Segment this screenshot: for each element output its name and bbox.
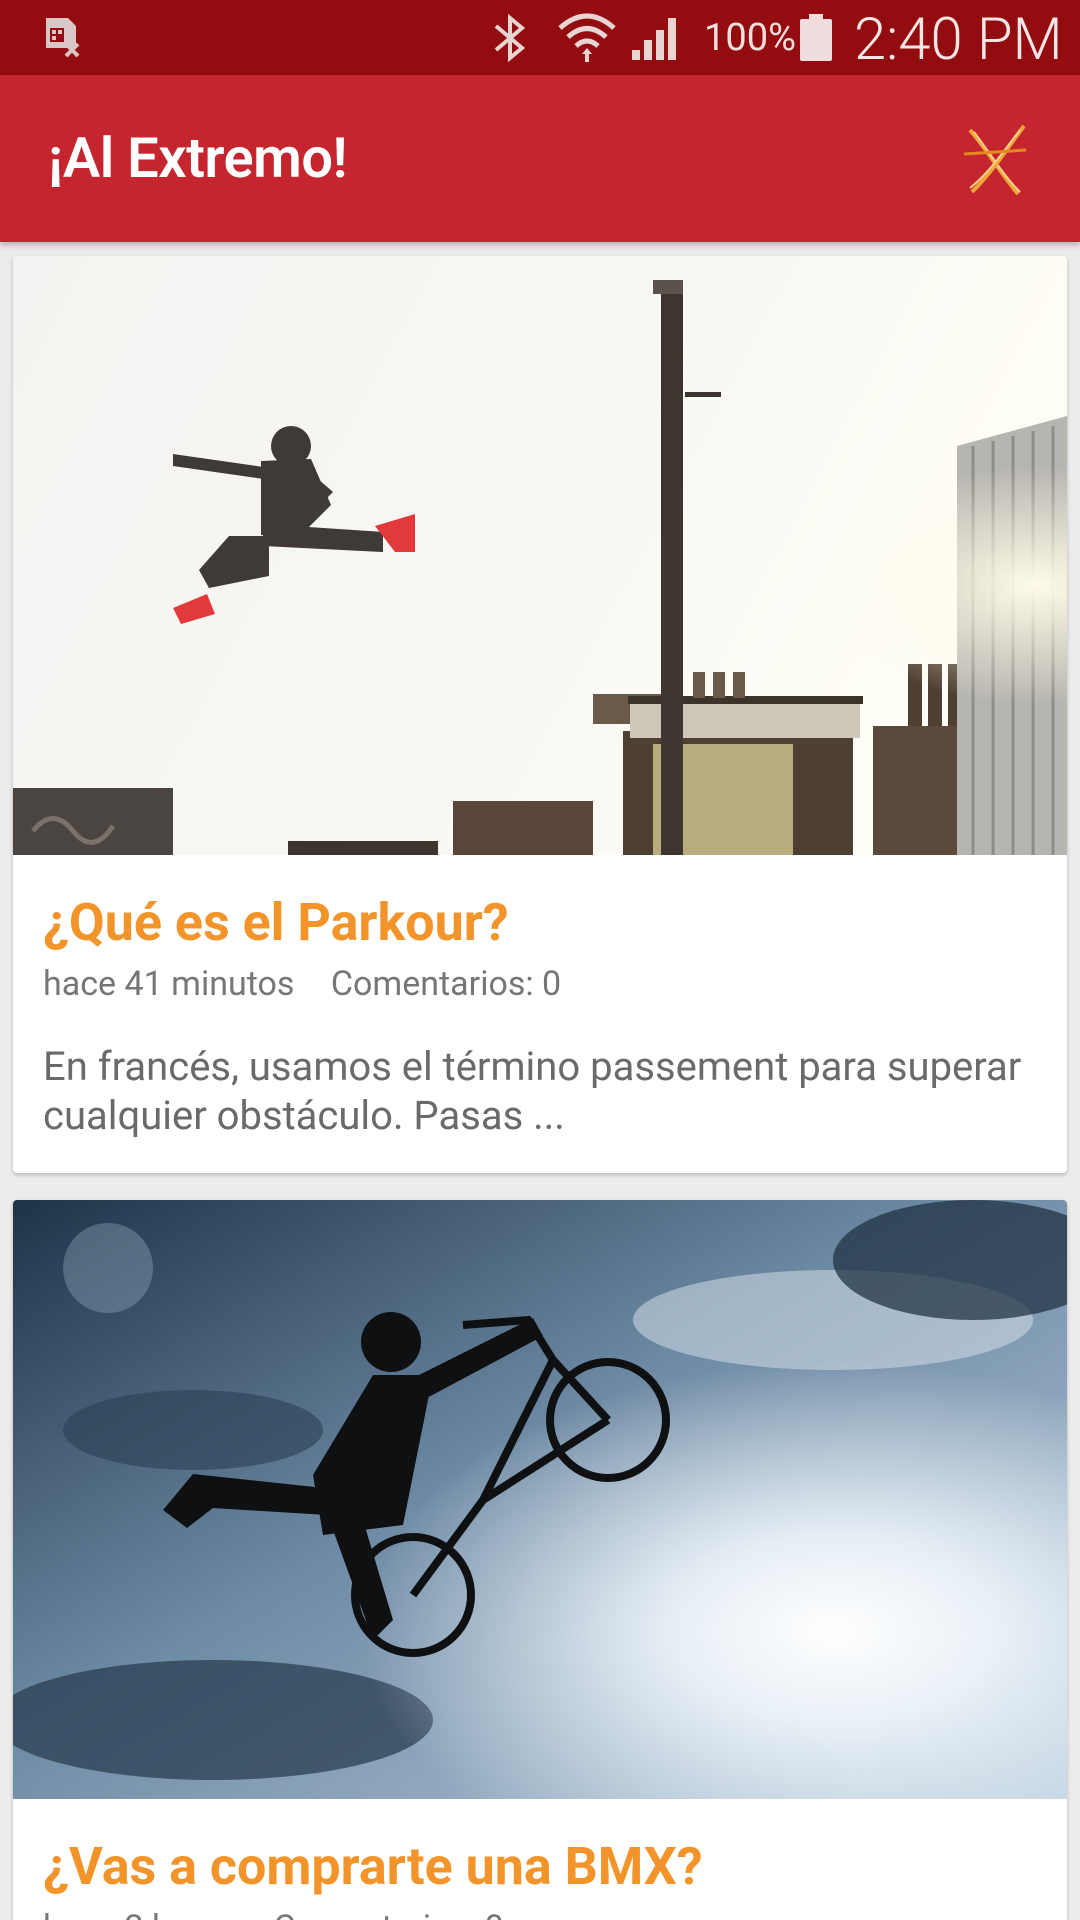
x-brand-icon[interactable]: [960, 120, 1032, 200]
post-card[interactable]: ¿Vas a comprarte una BMX? hace 2 horas C…: [13, 1200, 1067, 1920]
bmx-image: [13, 1200, 1067, 1799]
post-excerpt: En francés, usamos el término passement …: [43, 1043, 1022, 1139]
bluetooth-icon: [494, 13, 526, 63]
battery-percent: 100%: [704, 16, 796, 60]
post-title[interactable]: ¿Qué es el Parkour?: [43, 892, 509, 953]
post-comments: Comentarios: 0: [330, 964, 562, 1004]
signal-icon: [632, 18, 676, 60]
battery-icon: [800, 14, 832, 61]
post-meta: hace 41 minutos Comentarios: 0: [43, 964, 561, 1004]
post-comments: Comentarios: 0: [273, 1908, 503, 1920]
clock: 2:40 PM: [854, 6, 1063, 74]
post-meta: hace 2 horas Comentarios: 0: [43, 1908, 504, 1920]
parkour-image: [13, 256, 1067, 855]
post-time: hace 2 horas: [43, 1908, 237, 1920]
sim-card-icon: [46, 18, 80, 58]
post-time: hace 41 minutos: [43, 964, 295, 1004]
app-title: ¡Al Extremo!: [48, 125, 348, 191]
post-title[interactable]: ¿Vas a comprarte una BMX?: [43, 1836, 703, 1897]
wifi-icon: [558, 13, 616, 62]
app-bar: ¡Al Extremo!: [0, 75, 1080, 242]
status-bar: 100% 2:40 PM: [0, 0, 1080, 75]
post-card[interactable]: ¿Qué es el Parkour? hace 41 minutos Come…: [13, 256, 1067, 1173]
